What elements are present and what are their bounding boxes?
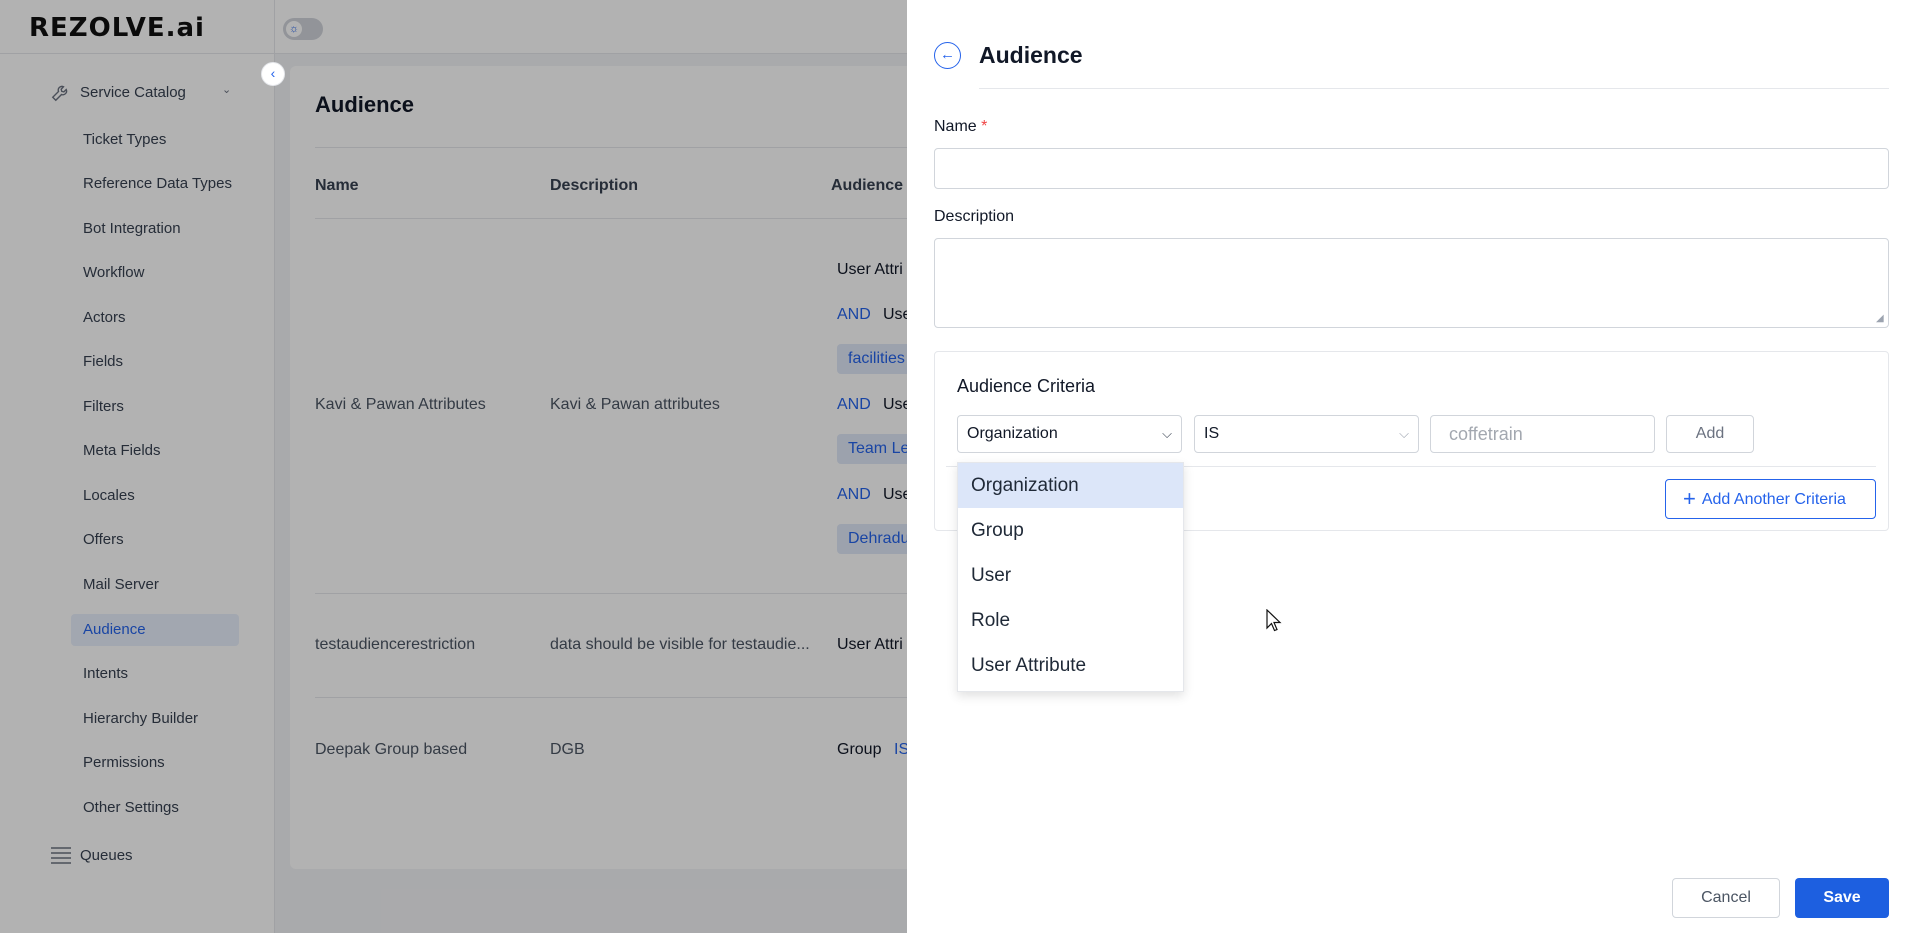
- add-criteria-value-button[interactable]: Add: [1666, 415, 1754, 453]
- drawer-title-divider: [979, 88, 1889, 89]
- sidebar-collapse-button[interactable]: ‹: [261, 62, 285, 86]
- description-label: Description: [934, 208, 1015, 225]
- dropdown-option-user-attribute[interactable]: User Attribute: [958, 643, 1183, 688]
- description-textarea[interactable]: [934, 238, 1889, 328]
- back-button[interactable]: ←: [934, 42, 961, 69]
- dropdown-option-group[interactable]: Group: [958, 508, 1183, 553]
- required-mark: *: [981, 118, 988, 135]
- add-another-criteria-button[interactable]: + Add Another Criteria: [1665, 479, 1876, 519]
- drawer-title: Audience: [979, 42, 1083, 68]
- save-button[interactable]: Save: [1795, 878, 1889, 918]
- chevron-left-icon: ‹: [270, 65, 276, 81]
- cancel-button[interactable]: Cancel: [1672, 878, 1780, 918]
- dropdown-option-organization[interactable]: Organization: [958, 463, 1183, 508]
- criteria-field-dropdown: Organization Group User Role User Attrib…: [957, 462, 1184, 692]
- dropdown-option-role[interactable]: Role: [958, 598, 1183, 643]
- criteria-value-input[interactable]: [1430, 415, 1655, 453]
- criteria-field-value: Organization: [967, 425, 1058, 442]
- name-label-text: Name: [934, 118, 977, 135]
- dropdown-option-user[interactable]: User: [958, 553, 1183, 598]
- add-another-criteria-label: Add Another Criteria: [1701, 491, 1846, 508]
- criteria-operator-select[interactable]: IS ⌵: [1194, 415, 1419, 453]
- chevron-down-icon: ⌵: [1162, 426, 1172, 441]
- criteria-field-select[interactable]: Organization ⌵: [957, 415, 1182, 453]
- arrow-left-circle-icon: ←: [940, 46, 955, 63]
- resize-grip-icon[interactable]: ◢: [1876, 314, 1886, 324]
- modal-overlay[interactable]: [0, 0, 907, 933]
- criteria-operator-value: IS: [1204, 425, 1220, 442]
- audience-criteria-title: Audience Criteria: [957, 376, 1096, 396]
- name-label: Name *: [934, 118, 987, 136]
- plus-icon: +: [1683, 486, 1696, 511]
- name-input[interactable]: [934, 148, 1889, 189]
- chevron-down-icon: ⌵: [1399, 426, 1409, 441]
- mouse-cursor-icon: [1266, 609, 1282, 632]
